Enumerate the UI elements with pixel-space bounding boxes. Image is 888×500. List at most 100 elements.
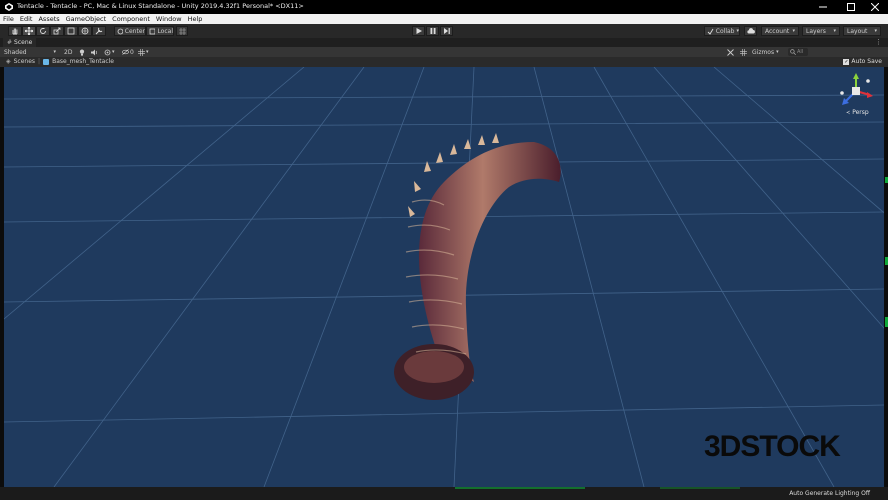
minimize-button[interactable] (810, 0, 836, 14)
title-bar: Tentacle - Tentacle - PC, Mac & Linux St… (0, 0, 888, 14)
camera-settings-dropdown[interactable]: ▾ (138, 48, 149, 56)
hand-icon (12, 28, 18, 35)
speaker-icon (91, 49, 98, 55)
transform-icon (81, 27, 89, 35)
green-marker (455, 487, 585, 489)
gizmos-label: Gizmos (752, 48, 775, 56)
layout-label: Layout (847, 27, 868, 35)
tab-scene[interactable]: # Scene (3, 38, 37, 47)
grid-snap-icon (178, 27, 186, 35)
lightbulb-icon (79, 49, 85, 56)
chevron-down-icon: ▾ (874, 28, 877, 34)
chevron-down-icon: ▾ (792, 28, 795, 34)
shading-mode-value: Shaded (4, 48, 27, 56)
step-button[interactable] (440, 26, 453, 36)
close-icon (871, 3, 879, 11)
maximize-button[interactable] (838, 0, 864, 14)
grid-snap-button[interactable] (176, 26, 188, 36)
chevron-down-icon: ▾ (146, 49, 149, 55)
lighting-toggle[interactable] (79, 48, 85, 56)
orientation-gizmo[interactable] (838, 73, 874, 109)
rect-tool-button[interactable] (64, 26, 78, 36)
pivot-label: Center (124, 27, 145, 35)
projection-toggle[interactable]: ≺ Persp (846, 109, 869, 116)
search-field[interactable]: All (788, 48, 808, 56)
space-toggle-button[interactable]: Local (146, 26, 174, 36)
scene-view-toolbar: Shaded ▾ 2D ▾ 0 ▾ Gizmos ▾ All (0, 47, 888, 57)
right-border (884, 67, 888, 487)
scene-viewport[interactable]: ≺ Persp 3DSTOCK (4, 67, 884, 487)
more-options-icon[interactable]: ⋮ (875, 38, 882, 46)
window-title: Tentacle - Tentacle - PC, Mac & Linux St… (17, 2, 304, 10)
watermark-3d: 3D (704, 430, 741, 463)
main-toolbar: Center Local Collab ▾ Account ▾ Layers ▾… (0, 24, 888, 38)
hash-grid-icon: # (7, 39, 13, 46)
audio-toggle[interactable] (91, 48, 98, 56)
menu-bar: File Edit Assets GameObject Component Wi… (0, 14, 888, 24)
scale-tool-button[interactable] (50, 26, 64, 36)
transform-tool-button[interactable] (78, 26, 92, 36)
scale-icon (53, 27, 61, 35)
menu-assets[interactable]: Assets (38, 15, 59, 23)
prefab-cube-icon (43, 58, 50, 65)
cloud-button[interactable] (744, 26, 757, 36)
shading-mode-dropdown[interactable]: Shaded ▾ (4, 48, 58, 56)
watermark-stock: STOCK (740, 430, 840, 463)
search-placeholder: All (797, 49, 804, 55)
gizmos-dropdown[interactable]: Gizmos ▾ (752, 48, 779, 56)
hand-tool-button[interactable] (8, 26, 22, 36)
layers-label: Layers (806, 27, 826, 35)
menu-gameobject[interactable]: GameObject (66, 15, 107, 23)
chevron-down-icon: ▾ (776, 49, 779, 55)
axis-gizmo-icon (840, 73, 873, 105)
breadcrumb-root[interactable]: Scenes (14, 58, 35, 65)
layout-dropdown[interactable]: Layout ▾ (843, 26, 881, 36)
rotate-tool-button[interactable] (36, 26, 50, 36)
gizmo-grid-toggle[interactable] (740, 48, 747, 56)
chevron-down-icon: ▾ (833, 28, 836, 34)
tools-toggle[interactable] (727, 48, 734, 56)
hidden-objects-toggle[interactable]: 0 (122, 48, 134, 56)
minimize-icon (819, 6, 827, 8)
status-bar: Auto Generate Lighting Off (0, 487, 888, 500)
persp-chevron-icon: ≺ (846, 109, 851, 116)
collab-check-icon (707, 28, 714, 35)
local-space-icon (149, 28, 156, 34)
menu-file[interactable]: File (3, 15, 14, 23)
grid-icon (740, 48, 747, 56)
menu-window[interactable]: Window (156, 15, 182, 23)
pivot-toggle-button[interactable]: Center (114, 26, 146, 36)
menu-component[interactable]: Component (112, 15, 150, 23)
eye-slash-icon (122, 49, 129, 55)
crossed-tools-icon (727, 48, 734, 56)
chevron-down-icon: ▾ (112, 49, 115, 55)
maximize-icon (847, 3, 855, 11)
breadcrumb-prefab[interactable]: Base_mesh_Tentacle (52, 58, 114, 65)
effects-icon (104, 49, 111, 55)
step-icon (443, 28, 450, 34)
effects-dropdown[interactable]: ▾ (104, 48, 115, 56)
breadcrumb: ◈ Scenes | Base_mesh_Tentacle (6, 58, 114, 65)
account-label: Account (765, 27, 790, 35)
auto-save-label: Auto Save (851, 58, 882, 65)
search-icon (790, 49, 796, 55)
watermark-logo: 3DSTOCK (704, 430, 841, 464)
custom-tool-button[interactable] (92, 26, 106, 36)
close-button[interactable] (862, 0, 888, 14)
auto-save-toggle[interactable]: ✓ Auto Save (843, 58, 882, 65)
green-marker (660, 487, 740, 489)
play-button[interactable] (412, 26, 425, 36)
move-tool-button[interactable] (22, 26, 36, 36)
pause-button[interactable] (426, 26, 439, 36)
chevron-down-icon: ▾ (53, 49, 56, 55)
account-dropdown[interactable]: Account ▾ (761, 26, 799, 36)
mode-2d-toggle[interactable]: 2D (64, 48, 72, 56)
collab-dropdown[interactable]: Collab ▾ (704, 26, 740, 36)
menu-edit[interactable]: Edit (20, 15, 33, 23)
projection-label: Persp (852, 109, 869, 116)
menu-help[interactable]: Help (188, 15, 203, 23)
rotate-icon (40, 28, 46, 34)
collab-label: Collab (715, 27, 735, 35)
lighting-status: Auto Generate Lighting Off (789, 490, 870, 497)
layers-dropdown[interactable]: Layers ▾ (802, 26, 840, 36)
